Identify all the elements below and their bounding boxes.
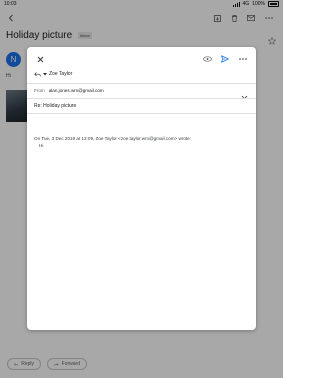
divider [27, 98, 256, 99]
divider [27, 113, 256, 114]
divider [27, 83, 256, 84]
recipient-name: Zoe Taylor [49, 71, 73, 77]
send-icon[interactable] [219, 53, 231, 65]
more-options-icon[interactable] [237, 53, 249, 65]
dropdown-arrow-icon [43, 72, 47, 75]
close-icon[interactable] [34, 53, 46, 65]
from-label: From [34, 88, 45, 93]
attach-icon[interactable] [201, 53, 213, 65]
from-field[interactable]: From alan.jones.wm@gmail.com [34, 88, 104, 93]
subject-field[interactable]: Re: Holiday picture [34, 103, 76, 109]
from-address: alan.jones.wm@gmail.com [48, 88, 104, 93]
reply-compose-dialog: Zoe Taylor From alan.jones.wm@gmail.com R… [27, 47, 256, 330]
reply-recipient-row[interactable]: Zoe Taylor [34, 71, 72, 77]
chevron-down-icon[interactable] [241, 87, 248, 105]
quoted-header: On Tue, 3 Dec 2019 at 13:09, Zoe Taylor … [34, 136, 192, 141]
quoted-body: Hi [39, 143, 44, 148]
reply-arrow-icon [34, 71, 41, 77]
